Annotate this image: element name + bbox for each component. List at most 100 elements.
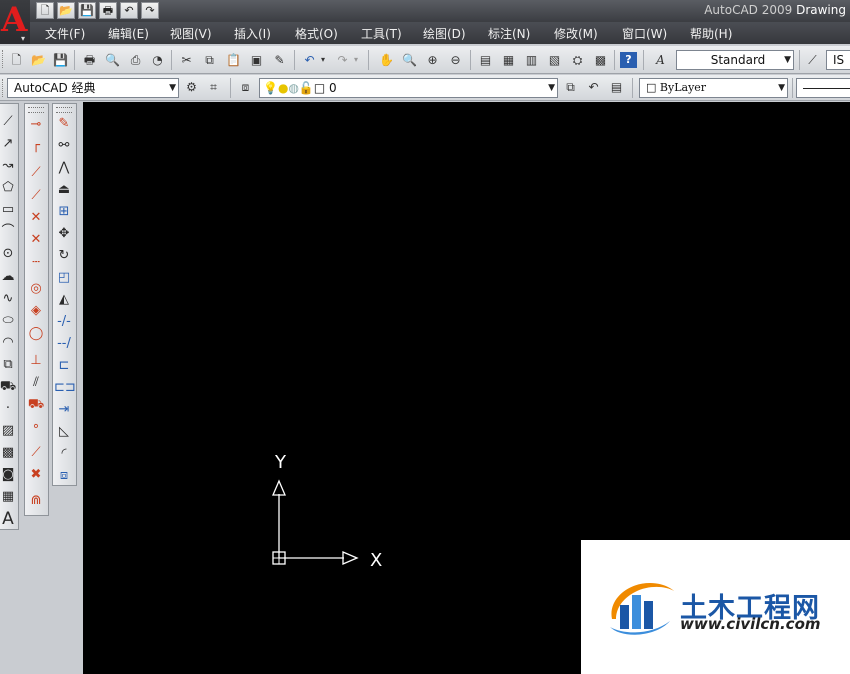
linetype-select[interactable]: [796, 78, 850, 98]
snap-insert-icon[interactable]: ⛟: [26, 396, 46, 414]
toolbar-grip[interactable]: [2, 50, 6, 68]
line-icon[interactable]: ⟋: [0, 113, 18, 131]
menu-dimension[interactable]: 标注(N): [488, 25, 530, 42]
copy-object-icon[interactable]: ⚯: [54, 137, 74, 155]
table-icon[interactable]: ▦: [0, 488, 18, 506]
menu-format[interactable]: 格式(O): [295, 25, 338, 42]
point-icon[interactable]: ·: [0, 400, 18, 418]
calculator-icon[interactable]: ▩: [591, 51, 610, 69]
snap-from-icon[interactable]: ┌: [26, 137, 46, 155]
extend-icon[interactable]: --/: [54, 335, 74, 353]
construction-line-icon[interactable]: ↗: [0, 135, 18, 153]
plot-icon[interactable]: 🖶: [80, 51, 99, 69]
save-file-icon[interactable]: 💾: [51, 51, 70, 69]
save-button[interactable]: 💾: [78, 2, 96, 19]
help-icon[interactable]: ?: [620, 52, 637, 68]
menu-help[interactable]: 帮助(H): [690, 25, 732, 42]
move-icon[interactable]: ✥: [54, 225, 74, 243]
circle-icon[interactable]: ⊙: [0, 245, 18, 263]
snap-nearest-icon[interactable]: ⟋: [26, 444, 46, 462]
zoom-window-icon[interactable]: ⊕: [423, 51, 442, 69]
layer-select[interactable]: 💡●◍🔓□ 0 ▼: [259, 78, 558, 98]
cut-icon[interactable]: ✂: [177, 51, 196, 69]
snap-quadrant-icon[interactable]: ◈: [26, 302, 46, 320]
layer-state-icon[interactable]: ▤: [607, 78, 626, 96]
temporary-track-icon[interactable]: ⊸: [26, 116, 46, 134]
menu-file[interactable]: 文件(F): [45, 25, 85, 42]
new-button[interactable]: 🗋: [36, 2, 54, 19]
dim-style-icon[interactable]: ⟋: [803, 51, 822, 69]
copy-icon[interactable]: ⧉: [200, 51, 219, 69]
undo-toolbar-icon[interactable]: ↶: [300, 51, 319, 69]
arc-icon[interactable]: ⌒: [0, 223, 18, 241]
3d-dwf-icon[interactable]: ◔: [148, 51, 167, 69]
zoom-previous-icon[interactable]: ⊖: [446, 51, 465, 69]
make-current-icon[interactable]: ⧉: [561, 78, 580, 96]
toolbar-grip[interactable]: [28, 107, 44, 113]
sheet-set-icon[interactable]: ▧: [545, 51, 564, 69]
undo-button[interactable]: ↶: [120, 2, 138, 19]
snap-center-icon[interactable]: ◎: [26, 280, 46, 298]
menu-modify[interactable]: 修改(M): [554, 25, 598, 42]
layer-properties-icon[interactable]: ⧈: [236, 78, 255, 96]
match-properties-icon[interactable]: ▣: [247, 51, 266, 69]
snap-node-icon[interactable]: ∘: [26, 418, 46, 436]
spline-icon[interactable]: ∿: [0, 290, 18, 308]
my-workspace-icon[interactable]: ⌗: [204, 78, 223, 96]
plot-preview-icon[interactable]: 🔍: [103, 51, 122, 69]
workspace-settings-icon[interactable]: ⚙: [182, 78, 201, 96]
break-at-point-icon[interactable]: ⊏: [54, 357, 74, 375]
rotate-icon[interactable]: ↻: [54, 247, 74, 265]
rectangle-icon[interactable]: ▭: [0, 201, 18, 219]
publish-icon[interactable]: ⎙: [126, 51, 145, 69]
polyline-icon[interactable]: ↝: [0, 157, 18, 175]
snap-apparent-intersection-icon[interactable]: ✕: [26, 231, 46, 249]
menu-edit[interactable]: 编辑(E): [108, 25, 149, 42]
chevron-down-icon[interactable]: ▾: [318, 51, 328, 69]
mirror-icon[interactable]: ⋀: [54, 159, 74, 177]
erase-icon[interactable]: ✎: [54, 115, 74, 133]
revision-cloud-icon[interactable]: ☁: [0, 268, 18, 286]
chevron-down-icon[interactable]: ▾: [351, 51, 361, 69]
fillet-icon[interactable]: ◜: [54, 445, 74, 463]
redo-toolbar-icon[interactable]: ↷: [333, 51, 352, 69]
ellipse-icon[interactable]: ⬭: [0, 312, 18, 330]
snap-parallel-icon[interactable]: ⫽: [26, 374, 46, 392]
redo-button[interactable]: ↷: [141, 2, 159, 19]
stretch-icon[interactable]: ◭: [54, 291, 74, 309]
region-icon[interactable]: ◙: [0, 466, 18, 484]
join-icon[interactable]: ⇥: [54, 401, 74, 419]
toolbar-grip[interactable]: [2, 79, 6, 97]
multiline-text-icon[interactable]: A: [0, 510, 18, 528]
layer-previous-icon[interactable]: ↶: [584, 78, 603, 96]
block-editor-icon[interactable]: ✎: [270, 51, 289, 69]
ellipse-arc-icon[interactable]: ◠: [0, 334, 18, 352]
osnap-settings-icon[interactable]: ⋒: [26, 492, 46, 510]
gradient-icon[interactable]: ▩: [0, 444, 18, 462]
workspace-select[interactable]: AutoCAD 经典 ▼: [7, 78, 179, 98]
snap-endpoint-icon[interactable]: ⟋: [26, 164, 46, 182]
print-button[interactable]: 🖶: [99, 2, 117, 19]
properties-icon[interactable]: ▤: [476, 51, 495, 69]
chamfer-icon[interactable]: ◺: [54, 423, 74, 441]
snap-tangent-icon[interactable]: ◯: [26, 325, 46, 343]
insert-block-icon[interactable]: ⧉: [0, 356, 18, 374]
explode-icon[interactable]: ⧈: [54, 467, 74, 485]
text-style-select[interactable]: Standard ▼: [676, 50, 794, 70]
snap-none-icon[interactable]: ✖: [26, 466, 46, 484]
offset-icon[interactable]: ⏏: [54, 181, 74, 199]
snap-midpoint-icon[interactable]: ⟋: [26, 187, 46, 205]
snap-extension-icon[interactable]: ┄: [26, 254, 46, 272]
scale-icon[interactable]: ◰: [54, 269, 74, 287]
trim-icon[interactable]: -/-: [54, 313, 74, 331]
menu-tools[interactable]: 工具(T): [361, 25, 402, 42]
menu-view[interactable]: 视图(V): [170, 25, 212, 42]
zoom-realtime-icon[interactable]: 🔍: [400, 51, 419, 69]
snap-perpendicular-icon[interactable]: ⊥: [26, 352, 46, 370]
pan-icon[interactable]: ✋: [377, 51, 396, 69]
open-file-icon[interactable]: 📂: [29, 51, 48, 69]
array-icon[interactable]: ⊞: [54, 203, 74, 221]
design-center-icon[interactable]: ▦: [499, 51, 518, 69]
toolbar-grip[interactable]: [56, 107, 72, 113]
markup-icon[interactable]: ⛭: [568, 51, 587, 69]
